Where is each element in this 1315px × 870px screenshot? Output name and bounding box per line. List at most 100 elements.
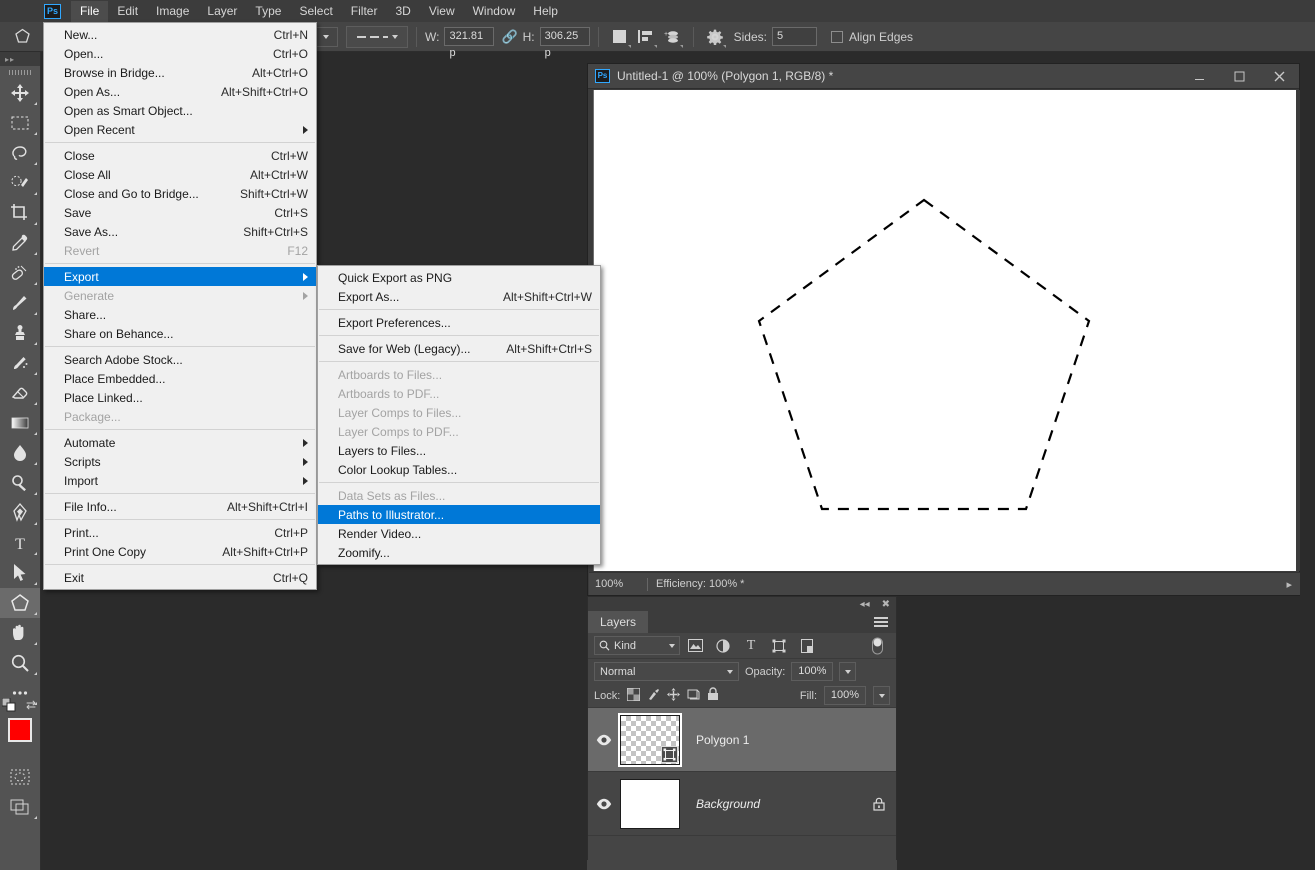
export-menu-item-zoomify[interactable]: Zoomify... [318, 543, 600, 562]
file-menu-item-share-on-behance[interactable]: Share on Behance... [44, 324, 316, 343]
export-menu-item-color-lookup-tables[interactable]: Color Lookup Tables... [318, 460, 600, 479]
file-menu-item-save-as[interactable]: Save As... Shift+Ctrl+S [44, 222, 316, 241]
crop-tool[interactable] [0, 198, 40, 228]
default-colors-icon[interactable] [1, 697, 16, 715]
file-menu-item-export[interactable]: Export [44, 267, 316, 286]
opacity-stepper[interactable] [839, 662, 857, 681]
shape-layer-filter-button[interactable] [766, 635, 792, 657]
file-menu-item-search-adobe-stock[interactable]: Search Adobe Stock... [44, 350, 316, 369]
file-menu-item-print-one-copy[interactable]: Print One Copy Alt+Shift+Ctrl+P [44, 542, 316, 561]
file-menu-item-new[interactable]: New... Ctrl+N [44, 25, 316, 44]
geometry-options-button[interactable] [702, 26, 728, 48]
screen-mode-button[interactable] [0, 792, 40, 822]
layer-visibility-toggle[interactable] [588, 734, 620, 746]
opacity-input[interactable]: 100% [791, 662, 834, 681]
menu-edit[interactable]: Edit [108, 1, 147, 22]
link-chain-icon[interactable]: 🔗 [501, 29, 517, 45]
eraser-tool[interactable] [0, 378, 40, 408]
export-menu-item-layers-to-files[interactable]: Layers to Files... [318, 441, 600, 460]
align-edges-checkbox[interactable]: Align Edges [831, 30, 918, 44]
history-brush-tool[interactable] [0, 348, 40, 378]
lock-artboard-button[interactable] [687, 688, 700, 704]
toolbar-collapse-handle[interactable]: ▸▸ [0, 52, 40, 66]
file-menu-item-print[interactable]: Print... Ctrl+P [44, 523, 316, 542]
status-menu-arrow[interactable]: ▸ [1286, 578, 1300, 591]
gradient-tool[interactable] [0, 408, 40, 438]
path-operations-button[interactable] [607, 26, 633, 48]
pen-tool[interactable] [0, 498, 40, 528]
sides-input[interactable]: 5 [772, 27, 817, 46]
lasso-tool[interactable] [0, 138, 40, 168]
layer-name[interactable]: Polygon 1 [680, 733, 862, 747]
blur-tool[interactable] [0, 438, 40, 468]
zoom-tool[interactable] [0, 648, 40, 678]
layer-thumbnail[interactable] [620, 778, 680, 829]
file-menu-item-place-linked[interactable]: Place Linked... [44, 388, 316, 407]
filter-toggle-button[interactable] [864, 635, 890, 657]
tool-preset-picker[interactable] [2, 23, 44, 50]
rectangular-marquee-tool[interactable] [0, 108, 40, 138]
file-menu-item-close-all[interactable]: Close All Alt+Ctrl+W [44, 165, 316, 184]
menu-image[interactable]: Image [147, 1, 198, 22]
dodge-tool[interactable] [0, 468, 40, 498]
close-button[interactable] [1259, 64, 1299, 89]
menu-3d[interactable]: 3D [386, 1, 419, 22]
menu-view[interactable]: View [420, 1, 464, 22]
file-menu-item-scripts[interactable]: Scripts [44, 452, 316, 471]
file-menu-item-close[interactable]: Close Ctrl+W [44, 146, 316, 165]
lock-position-button[interactable] [667, 687, 681, 704]
fill-stepper[interactable] [873, 686, 890, 705]
menu-filter[interactable]: Filter [342, 1, 387, 22]
canvas-area[interactable] [589, 90, 1300, 571]
menu-layer[interactable]: Layer [198, 1, 246, 22]
tab-layers[interactable]: Layers [588, 611, 649, 633]
export-menu-item-paths-to-illustrator[interactable]: Paths to Illustrator... [318, 505, 600, 524]
file-menu-item-open-recent[interactable]: Open Recent [44, 120, 316, 139]
pixel-layer-filter-button[interactable] [682, 635, 708, 657]
layer-thumbnail[interactable] [618, 712, 682, 767]
close-icon[interactable]: ✖ [876, 599, 896, 610]
type-tool[interactable]: T [0, 528, 40, 558]
shape-combo-button[interactable] [314, 26, 338, 47]
polygon-tool[interactable] [0, 588, 40, 618]
path-selection-tool[interactable] [0, 558, 40, 588]
export-menu-item-export-preferences[interactable]: Export Preferences... [318, 313, 600, 332]
spot-healing-brush-tool[interactable] [0, 258, 40, 288]
minimize-button[interactable] [1179, 64, 1219, 89]
blend-mode-select[interactable]: Normal [594, 662, 739, 681]
hand-tool[interactable] [0, 618, 40, 648]
height-input[interactable]: 306.25 p [539, 27, 590, 59]
quick-selection-tool[interactable] [0, 168, 40, 198]
file-menu-item-open-as[interactable]: Open As... Alt+Shift+Ctrl+O [44, 82, 316, 101]
layer-row[interactable]: Polygon 1 [588, 708, 896, 772]
path-arrangement-button[interactable]: + [659, 26, 685, 48]
lock-image-pixels-button[interactable] [647, 688, 660, 704]
brush-tool[interactable] [0, 288, 40, 318]
export-menu-item-export-as[interactable]: Export As... Alt+Shift+Ctrl+W [318, 287, 600, 306]
eyedropper-tool[interactable] [0, 228, 40, 258]
quick-mask-button[interactable] [0, 762, 40, 792]
file-menu-item-place-embedded[interactable]: Place Embedded... [44, 369, 316, 388]
export-menu-item-quick-export-as-png[interactable]: Quick Export as PNG [318, 268, 600, 287]
document-title-bar[interactable]: Ps Untitled-1 @ 100% (Polygon 1, RGB/8) … [588, 64, 1299, 89]
file-menu-item-exit[interactable]: Exit Ctrl+Q [44, 568, 316, 587]
adjustment-layer-filter-button[interactable] [710, 635, 736, 657]
collapse-icon[interactable]: ◂◂ [854, 599, 876, 610]
layer-name[interactable]: Background [680, 797, 862, 811]
export-menu-item-render-video[interactable]: Render Video... [318, 524, 600, 543]
menu-help[interactable]: Help [524, 1, 567, 22]
menu-file[interactable]: File [71, 0, 109, 22]
layer-vector-mask-badge[interactable] [661, 745, 678, 763]
stroke-style-picker[interactable] [346, 25, 408, 48]
toolbar-drag-grip[interactable] [0, 66, 40, 78]
file-menu-item-open[interactable]: Open... Ctrl+O [44, 44, 316, 63]
clone-stamp-tool[interactable] [0, 318, 40, 348]
panel-menu-button[interactable] [874, 611, 896, 633]
file-menu-item-import[interactable]: Import [44, 471, 316, 490]
file-menu-item-share[interactable]: Share... [44, 305, 316, 324]
filter-kind-select[interactable]: Kind [594, 636, 680, 655]
file-menu-item-save[interactable]: Save Ctrl+S [44, 203, 316, 222]
menu-window[interactable]: Window [464, 1, 525, 22]
lock-transparent-pixels-button[interactable] [627, 687, 641, 704]
file-menu-item-open-as-smart-object[interactable]: Open as Smart Object... [44, 101, 316, 120]
